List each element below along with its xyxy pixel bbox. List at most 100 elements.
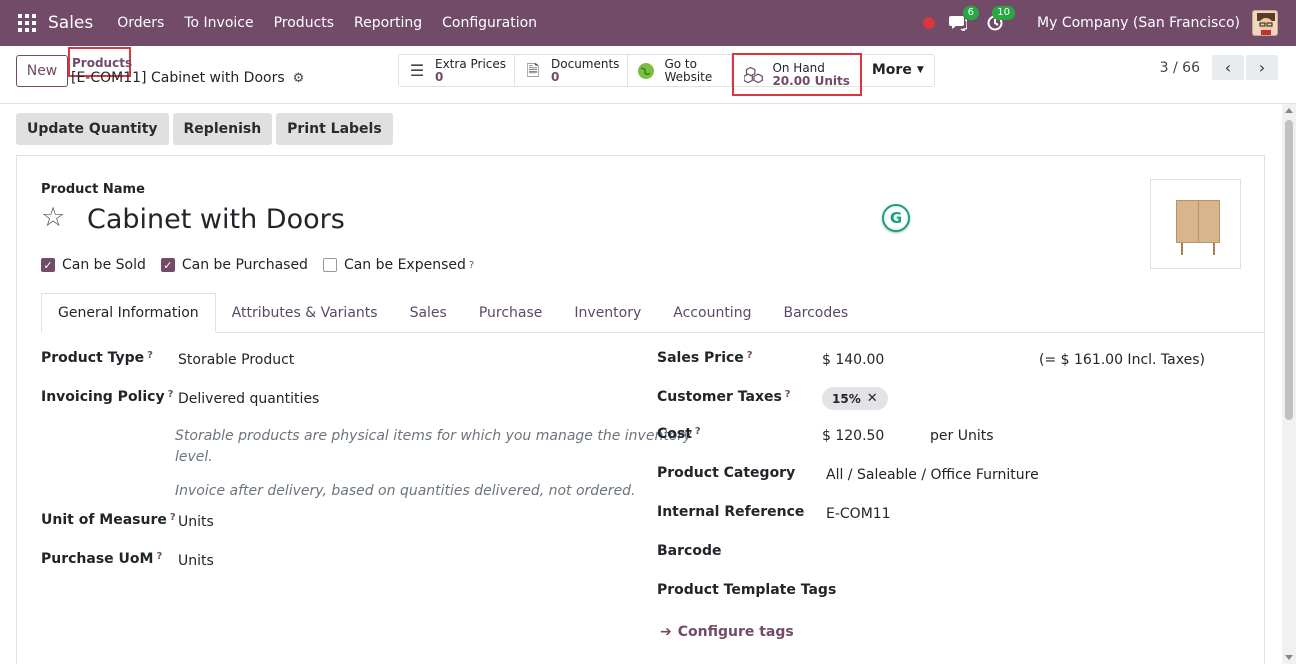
pager-next-button[interactable]: › xyxy=(1246,55,1278,80)
website-line2: Website xyxy=(664,69,713,84)
tab-general-information[interactable]: General Information xyxy=(41,293,216,333)
product-type-field[interactable]: Storable Product xyxy=(178,352,294,368)
invoice-note: Invoice after delivery, based on quantit… xyxy=(175,483,636,499)
checkbox-checked-icon: ✓ xyxy=(41,258,55,272)
can-be-expensed-checkbox[interactable]: Can be Expensed ? xyxy=(322,257,474,273)
user-avatar[interactable] xyxy=(1252,10,1278,36)
internal-reference-field[interactable]: E-COM11 xyxy=(826,506,891,522)
product-name-field[interactable]: Cabinet with Doors xyxy=(87,204,345,235)
menu-reporting[interactable]: Reporting xyxy=(354,15,422,31)
barcode-label: Barcode xyxy=(657,543,722,559)
menu-products[interactable]: Products xyxy=(274,15,334,31)
company-switcher[interactable]: My Company (San Francisco) xyxy=(1037,15,1240,31)
product-category-label: Product Category xyxy=(657,465,796,481)
tab-barcodes[interactable]: Barcodes xyxy=(767,293,864,333)
scroll-down-icon[interactable] xyxy=(1285,655,1293,660)
update-quantity-button[interactable]: Update Quantity xyxy=(16,113,169,145)
pager-previous-button[interactable]: ‹ xyxy=(1212,55,1244,80)
activities-button[interactable]: 10 xyxy=(987,6,1016,31)
can-be-purchased-label: Can be Purchased xyxy=(181,257,308,273)
menu-orders[interactable]: Orders xyxy=(117,15,164,31)
product-flags: ✓ Can be Sold ✓ Can be Purchased Can be … xyxy=(41,257,489,273)
sales-price-field[interactable]: $ 140.00 xyxy=(822,352,884,368)
more-label: More xyxy=(871,62,912,78)
notebook-tabs: General Information Attributes & Variant… xyxy=(41,293,1265,333)
can-be-expensed-label: Can be Expensed xyxy=(343,257,466,273)
extra-prices-button[interactable]: ☰ Extra Prices 0 xyxy=(399,55,516,86)
form-sheet: Product Name ☆ Cabinet with Doors G ✓ Ca… xyxy=(16,155,1265,664)
record-name: [E-COM11] Cabinet with Doors xyxy=(71,70,285,86)
help-icon[interactable]: ? xyxy=(170,512,176,523)
product-type-label: Product Type? xyxy=(41,350,153,366)
configure-tags-link[interactable]: ➔ Configure tags xyxy=(660,624,794,640)
chevron-left-icon: ‹ xyxy=(1224,58,1232,77)
document-icon: 🗎 xyxy=(526,61,540,80)
pager-value[interactable]: 3 / 66 xyxy=(1160,60,1200,76)
help-icon[interactable]: ? xyxy=(156,551,162,562)
on-hand-button[interactable]: On Hand 20.00 Units xyxy=(732,53,862,96)
storable-note: Storable products are physical items for… xyxy=(175,426,691,468)
page-scrollbar[interactable] xyxy=(1282,104,1296,664)
replenish-button[interactable]: Replenish xyxy=(172,113,273,145)
cabinet-leg xyxy=(1181,243,1183,255)
uom-field[interactable]: Units xyxy=(178,514,214,530)
chevron-right-icon: › xyxy=(1258,58,1266,77)
help-icon[interactable]: ? xyxy=(747,350,753,361)
app-brand[interactable]: Sales xyxy=(48,13,93,33)
documents-label: Documents xyxy=(551,56,620,71)
pager: 3 / 66 ‹ › xyxy=(1160,55,1278,80)
sales-price-label: Sales Price? xyxy=(657,350,753,366)
activities-badge: 10 xyxy=(992,6,1016,20)
configure-tags-label: Configure tags xyxy=(677,624,794,640)
action-buttons: Update Quantity Replenish Print Labels xyxy=(16,113,397,145)
tab-purchase[interactable]: Purchase xyxy=(463,293,559,333)
tab-attributes-variants[interactable]: Attributes & Variants xyxy=(216,293,394,333)
breadcrumb-current: [E-COM11] Cabinet with Doors ⚙ xyxy=(71,70,304,86)
go-to-website-button[interactable]: Go to Website xyxy=(628,55,733,86)
tax-tag: 15% ✕ xyxy=(822,387,888,410)
purchase-uom-field[interactable]: Units xyxy=(178,553,214,569)
scroll-thumb[interactable] xyxy=(1285,120,1293,420)
menu-configuration[interactable]: Configuration xyxy=(442,15,537,31)
can-be-sold-checkbox[interactable]: ✓ Can be Sold xyxy=(41,257,146,273)
grammarly-icon[interactable]: G xyxy=(882,204,910,232)
help-icon[interactable]: ? xyxy=(147,350,153,361)
cabinet-picture xyxy=(1176,200,1220,243)
cabinet-leg xyxy=(1213,243,1215,255)
customer-taxes-label: Customer Taxes? xyxy=(657,389,791,405)
more-button[interactable]: More ▼ xyxy=(862,55,934,86)
can-be-purchased-checkbox[interactable]: ✓ Can be Purchased xyxy=(160,257,308,273)
extra-prices-label: Extra Prices xyxy=(435,56,507,71)
star-icon[interactable]: ☆ xyxy=(41,202,65,233)
help-icon[interactable]: ? xyxy=(469,260,474,271)
product-name-label: Product Name xyxy=(41,182,145,197)
gear-icon[interactable]: ⚙ xyxy=(293,71,305,86)
scroll-up-icon[interactable] xyxy=(1285,108,1293,113)
list-icon: ☰ xyxy=(409,61,425,80)
tab-sales[interactable]: Sales xyxy=(394,293,463,333)
globe-icon xyxy=(636,61,656,81)
product-category-field[interactable]: All / Saleable / Office Furniture xyxy=(826,467,1039,483)
apps-grid-icon[interactable] xyxy=(18,14,36,32)
close-icon[interactable]: ✕ xyxy=(867,391,878,406)
invoicing-policy-field[interactable]: Delivered quantities xyxy=(178,391,319,407)
new-button[interactable]: New xyxy=(16,55,68,87)
product-template-tags-label: Product Template Tags xyxy=(657,582,837,598)
tab-accounting[interactable]: Accounting xyxy=(657,293,767,333)
on-hand-value: 20.00 Units xyxy=(772,73,850,88)
print-labels-button[interactable]: Print Labels xyxy=(276,113,393,145)
recording-dot-icon[interactable] xyxy=(923,17,936,29)
product-image[interactable] xyxy=(1150,179,1241,269)
tab-inventory[interactable]: Inventory xyxy=(558,293,657,333)
help-icon[interactable]: ? xyxy=(695,426,701,437)
can-be-sold-label: Can be Sold xyxy=(62,257,146,273)
checkbox-checked-icon: ✓ xyxy=(160,258,175,272)
cost-label: Cost? xyxy=(657,426,701,442)
menu-to-invoice[interactable]: To Invoice xyxy=(184,15,253,31)
cubes-icon xyxy=(744,65,764,85)
documents-button[interactable]: 🗎 Documents 0 xyxy=(515,55,629,86)
cost-field[interactable]: $ 120.50 xyxy=(822,428,884,444)
help-icon[interactable]: ? xyxy=(785,389,791,400)
messages-button[interactable]: 6 xyxy=(949,6,980,31)
help-icon[interactable]: ? xyxy=(168,389,174,400)
